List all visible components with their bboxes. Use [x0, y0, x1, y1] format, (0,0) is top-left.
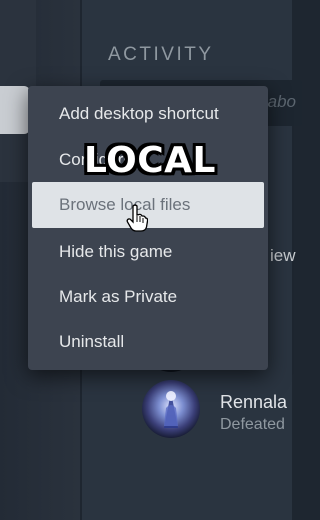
selected-game-highlight[interactable] — [0, 86, 30, 134]
achievement-subtitle: Defeated — [220, 416, 285, 433]
menu-item-browse-local-files[interactable]: Browse local files — [32, 182, 264, 228]
hand-pointer-icon — [126, 204, 148, 232]
menu-item-add-desktop-shortcut[interactable]: Add desktop shortcut — [32, 92, 264, 136]
review-text-fragment: iew — [270, 246, 296, 265]
activity-input-placeholder: abo — [267, 92, 296, 111]
achievement-title: Rennala — [220, 392, 288, 412]
video-caption-overlay: LOCAL — [84, 140, 216, 181]
menu-item-uninstall[interactable]: Uninstall — [32, 320, 264, 364]
activity-heading: ACTIVITY — [108, 44, 214, 65]
game-context-menu: Add desktop shortcut Configure… Browse l… — [28, 86, 268, 370]
menu-item-mark-as-private[interactable]: Mark as Private — [32, 275, 264, 319]
rennala-achievement-icon — [142, 380, 200, 438]
menu-item-hide-this-game[interactable]: Hide this game — [32, 230, 264, 274]
achievement-row[interactable]: Rennala Defeated — [140, 378, 300, 444]
